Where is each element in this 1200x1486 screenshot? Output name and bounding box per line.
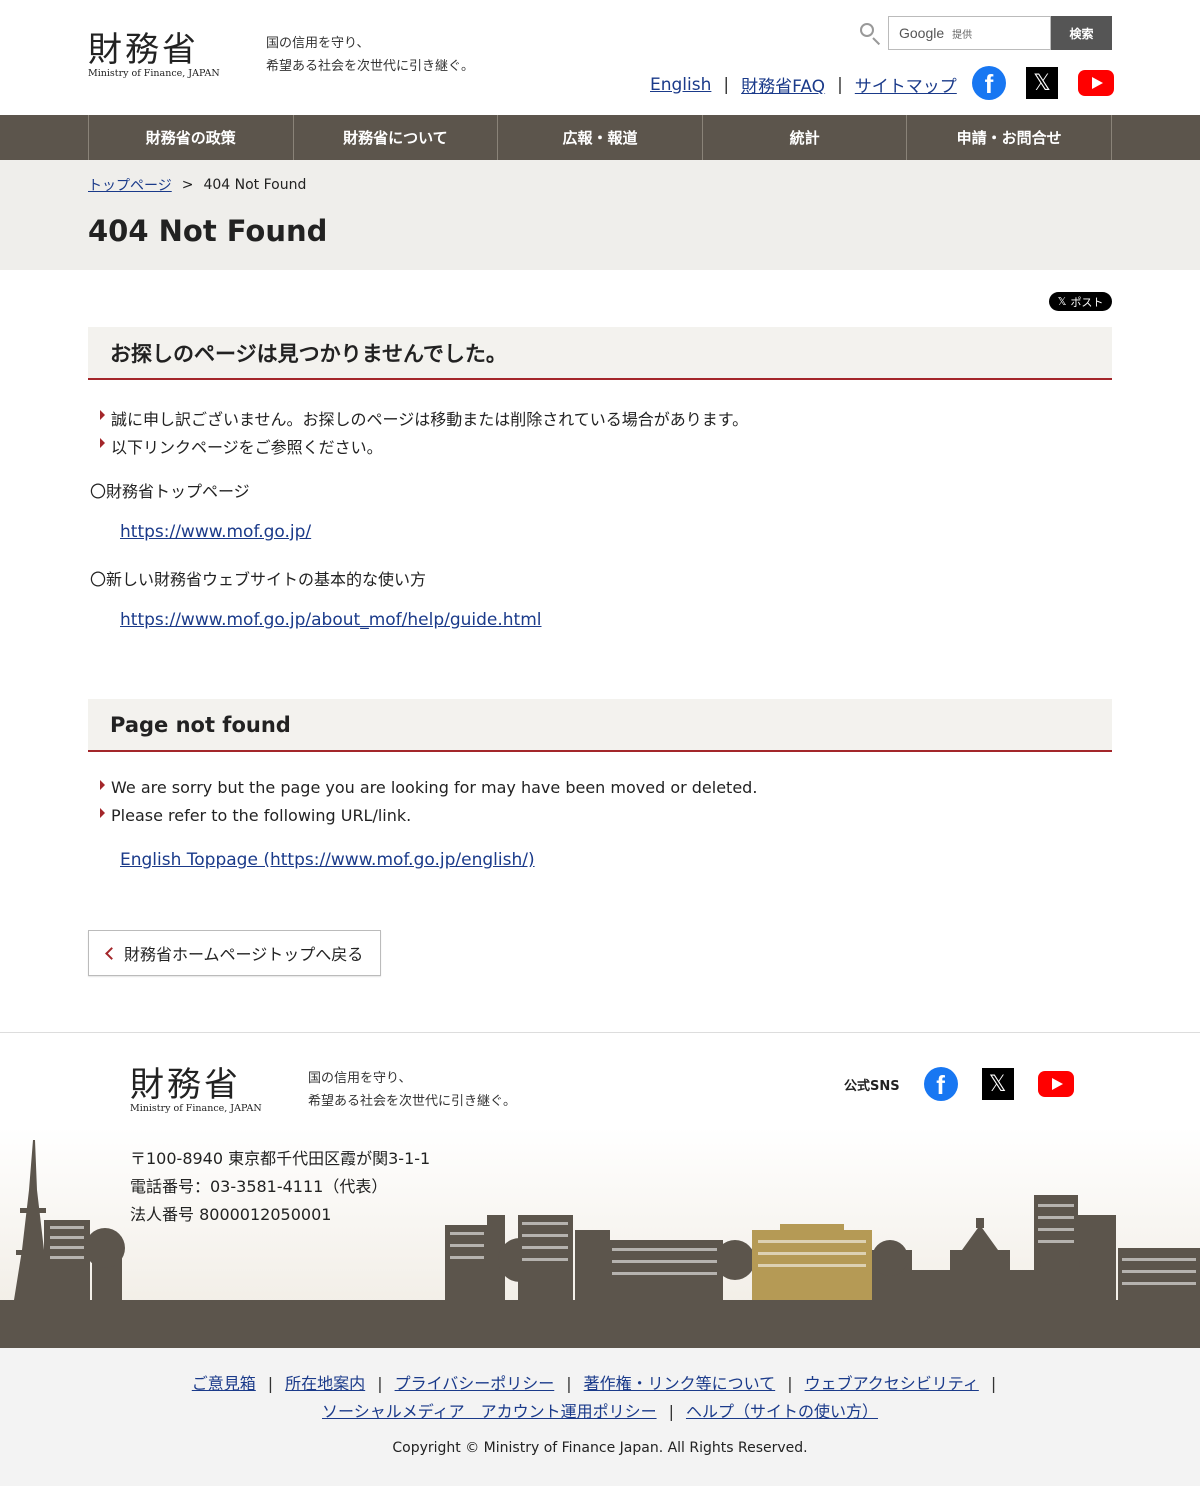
guide-label: 〇新しい財務省ウェブサイトの基本的な使い方 (90, 570, 427, 589)
city-skyline-illustration (14, 1140, 1200, 1300)
separator: | (377, 1374, 383, 1393)
sns-label: 公式SNS (844, 1078, 900, 1094)
social-media-policy-link[interactable]: ソーシャルメディア アカウント運用ポリシー (322, 1402, 657, 1421)
search-brand: Google (899, 25, 945, 41)
guide-link[interactable]: https://www.mof.go.jp/about_mof/help/gui… (120, 610, 542, 630)
site-header: 財務省 Ministry of Finance, JAPAN 国の信用を守り、 … (0, 0, 1200, 115)
x-icon[interactable]: 𝕏 (1026, 67, 1058, 99)
separator: | (566, 1374, 572, 1393)
post-label: ポスト (1070, 295, 1104, 309)
accessibility-link[interactable]: ウェブアクセシビリティ (805, 1374, 979, 1393)
breadcrumb-current: 404 Not Found (203, 177, 307, 193)
help-link[interactable]: ヘルプ（サイトの使い方） (686, 1402, 878, 1421)
logo-kanji: 財務省 (130, 1065, 241, 1105)
page-title: 404 Not Found (88, 214, 328, 248)
bullet-icon (100, 779, 105, 790)
facebook-icon[interactable]: f (972, 66, 1006, 100)
sitemap-link[interactable]: サイトマップ (855, 72, 957, 97)
site-logo[interactable]: 財務省 Ministry of Finance, JAPAN (88, 30, 220, 79)
footer-bottom: ご意見箱 | 所在地案内 | プライバシーポリシー | 著作権・リンク等について | ウェブアク… (0, 1348, 1200, 1486)
tagline-line-1: 国の信用を守り、 (266, 36, 370, 51)
search-button[interactable]: 検索 (1051, 16, 1112, 50)
breadcrumb-home-link[interactable]: トップページ (88, 175, 172, 195)
header-sns: f 𝕏 (972, 66, 1114, 100)
location-link[interactable]: 所在地案内 (285, 1374, 365, 1393)
title-band: トップページ > 404 Not Found 404 Not Found (0, 160, 1200, 270)
list-item-text: Please refer to the following URL/link. (111, 806, 412, 825)
nav-item-press[interactable]: 広報・報道 (498, 115, 703, 160)
list-item-text: We are sorry but the page you are lookin… (111, 778, 758, 797)
nav-item-statistics[interactable]: 統計 (703, 115, 908, 160)
x-icon[interactable]: 𝕏 (981, 1068, 1014, 1100)
list-item: Please refer to the following URL/link. (100, 806, 411, 825)
breadcrumb-separator: > (181, 177, 194, 193)
tagline-line-2: 希望ある社会を次世代に引き継ぐ。 (308, 1094, 517, 1109)
logo-kanji: 財務省 (88, 30, 199, 70)
footer-sns: 公式SNS f 𝕏 (844, 1067, 1074, 1101)
back-to-top-button[interactable]: 財務省ホームページトップへ戻る (88, 930, 381, 976)
list-item: 誠に申し訳ございません。お探しのページは移動または削除されている場合があります。 (100, 406, 748, 430)
english-link[interactable]: English (650, 75, 711, 95)
tagline-line-1: 国の信用を守り、 (308, 1071, 412, 1086)
global-nav: 財務省の政策 財務省について 広報・報道 統計 申請・お問合せ (0, 115, 1200, 160)
footer-logo[interactable]: 財務省 Ministry of Finance, JAPAN (130, 1065, 262, 1114)
separator: | (787, 1374, 793, 1393)
bullet-icon (100, 807, 105, 818)
search-input[interactable]: Google 提供 (888, 16, 1051, 50)
footer-links-row-1: ご意見箱 | 所在地案内 | プライバシーポリシー | 著作権・リンク等について | ウェブアク… (0, 1370, 1200, 1398)
en-section-heading: Page not found (88, 699, 1112, 752)
youtube-icon[interactable] (1078, 70, 1114, 96)
list-item: We are sorry but the page you are lookin… (100, 778, 757, 797)
bullet-icon (100, 438, 105, 448)
list-item-text: 誠に申し訳ございません。お探しのページは移動または削除されている場合があります。 (111, 410, 749, 429)
separator: | (723, 74, 730, 95)
x-post-button[interactable]: 𝕏 ポスト (1049, 292, 1112, 311)
copyright-text: Copyright © Ministry of Finance Japan. A… (392, 1440, 808, 1456)
separator: | (990, 1374, 997, 1393)
logo-english: Ministry of Finance, JAPAN (88, 68, 220, 79)
separator: | (267, 1374, 274, 1393)
jp-section-heading: お探しのページは見つかりませんでした。 (88, 327, 1112, 380)
search-box: Google 提供 検索 (858, 16, 1112, 50)
list-item-text: 以下リンクページをご参照ください。 (111, 438, 383, 457)
top-page-link[interactable]: https://www.mof.go.jp/ (120, 522, 311, 542)
privacy-policy-link[interactable]: プライバシーポリシー (395, 1374, 555, 1393)
top-page-label: 〇財務省トップページ (90, 482, 250, 501)
separator: | (668, 1402, 674, 1421)
youtube-icon[interactable] (1037, 1071, 1074, 1097)
footer-links-row-2: ソーシャルメディア アカウント運用ポリシー | ヘルプ（サイトの使い方） (0, 1398, 1200, 1426)
english-toppage-link[interactable]: English Toppage (https://www.mof.go.jp/e… (120, 850, 535, 870)
footer-ground (0, 1300, 1200, 1348)
tagline: 国の信用を守り、 希望ある社会を次世代に引き継ぐ。 (266, 32, 474, 78)
tagline-line-2: 希望ある社会を次世代に引き継ぐ。 (266, 59, 475, 74)
footer-links: ご意見箱 | 所在地案内 | プライバシーポリシー | 著作権・リンク等について | ウェブアク… (0, 1370, 1200, 1426)
search-brand-suffix: 提供 (952, 29, 973, 41)
facebook-icon[interactable]: f (923, 1067, 958, 1101)
site-footer: 財務省 Ministry of Finance, JAPAN 国の信用を守り、 … (0, 1032, 1200, 1348)
footer-tagline: 国の信用を守り、 希望ある社会を次世代に引き継ぐ。 (308, 1067, 516, 1113)
x-icon: 𝕏 (1057, 295, 1067, 308)
breadcrumb: トップページ > 404 Not Found (88, 175, 306, 195)
back-to-top-label: 財務省ホームページトップへ戻る (124, 945, 364, 964)
nav-item-about[interactable]: 財務省について (294, 115, 499, 160)
chevron-left-icon (105, 946, 118, 960)
feedback-link[interactable]: ご意見箱 (192, 1374, 256, 1393)
nav-item-policy[interactable]: 財務省の政策 (89, 115, 294, 160)
faq-link[interactable]: 財務省FAQ (741, 72, 825, 97)
header-links: English | 財務省FAQ | サイトマップ (650, 72, 957, 98)
search-icon (858, 16, 888, 50)
list-item: 以下リンクページをご参照ください。 (100, 434, 383, 458)
separator: | (837, 74, 843, 95)
copyright-link[interactable]: 著作権・リンク等について (584, 1374, 776, 1393)
logo-english: Ministry of Finance, JAPAN (130, 1103, 262, 1114)
nav-item-contact[interactable]: 申請・お問合せ (907, 115, 1112, 160)
bullet-icon (100, 410, 105, 420)
